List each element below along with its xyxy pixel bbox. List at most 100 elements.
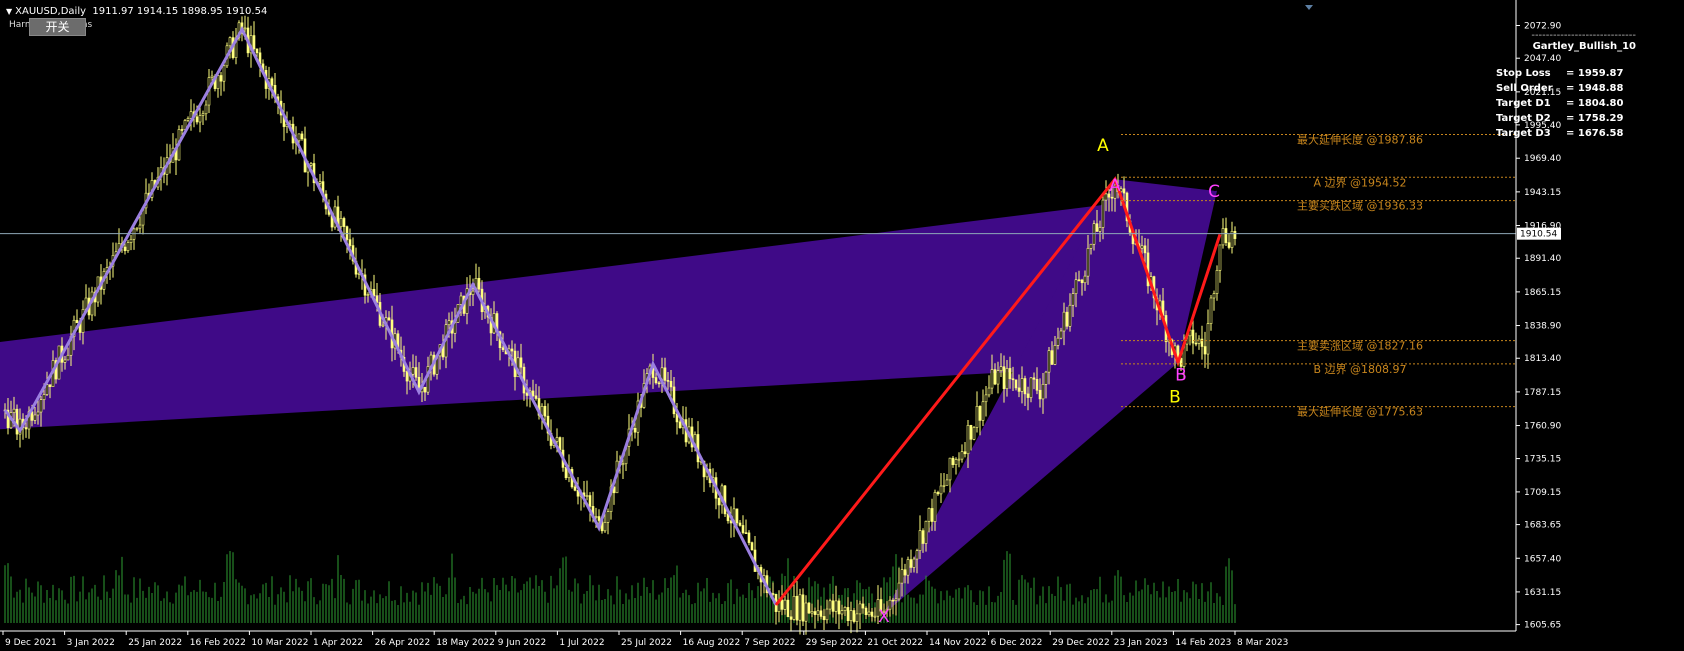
candle-body [1014, 379, 1018, 389]
candle-body [543, 405, 547, 417]
candle-body [816, 610, 820, 615]
candle-body [210, 75, 214, 78]
candle-body [954, 459, 958, 465]
candle-body [345, 226, 349, 240]
candle-body [909, 559, 913, 568]
toggle-button[interactable]: 开关 [29, 18, 86, 36]
y-tick-label: 1709.15 [1524, 488, 1561, 498]
candle-body [978, 405, 982, 421]
candle-body [1080, 279, 1084, 284]
candle-body [180, 129, 184, 131]
candle-body [1221, 228, 1225, 246]
candle-body [1212, 293, 1216, 299]
symbol-label: XAUUSD,Daily [15, 6, 87, 17]
y-tick-label: 1969.40 [1524, 154, 1561, 164]
candle-body [1041, 384, 1045, 400]
x-tick-label: 7 Sep 2022 [744, 638, 795, 648]
level-label: B 边界 @1808.97 [1313, 363, 1406, 376]
x-tick-label: 16 Aug 2022 [683, 638, 741, 648]
candle-body [42, 394, 46, 400]
candle-body [981, 401, 985, 421]
candle-body [678, 421, 682, 429]
candle-body [738, 522, 742, 526]
candle-body [672, 386, 676, 415]
candle-body [603, 522, 607, 532]
candle-body [795, 595, 799, 621]
y-tick-label: 1813.40 [1524, 354, 1561, 364]
candle-body [906, 559, 910, 576]
candle-body [1074, 279, 1078, 294]
candle-body [531, 390, 535, 397]
candle-body [840, 610, 844, 615]
candle-body [1194, 342, 1198, 345]
candle-body [1029, 377, 1033, 398]
candle-body [228, 37, 232, 47]
candle-body [666, 380, 670, 382]
current-price-label: 1910.54 [1520, 230, 1557, 240]
candle-body [348, 239, 352, 246]
candle-body [585, 495, 589, 497]
x-tick-label: 29 Dec 2022 [1052, 638, 1110, 648]
candle-body [39, 399, 43, 413]
x-tick-label: 29 Sep 2022 [806, 638, 863, 648]
x-tick-label: 8 Mar 2023 [1237, 638, 1288, 648]
candle-body [633, 427, 637, 433]
candle-body [1209, 297, 1213, 324]
info-panel: ----------------------------- Gartley_Bu… [1486, 30, 1636, 141]
candle-body [1005, 368, 1009, 389]
candle-body [12, 408, 16, 413]
x-tick-label: 1 Apr 2022 [313, 638, 363, 648]
candle-body [654, 377, 658, 384]
candle-body [414, 367, 418, 378]
collapse-triangle-icon[interactable]: ▼ [6, 7, 12, 16]
candle-body [1017, 387, 1021, 392]
candle-body [1089, 243, 1093, 249]
info-row: Target D2 = 1758.29 [1486, 111, 1636, 126]
candle-body [1071, 293, 1075, 306]
candle-body [1011, 378, 1015, 381]
candle-body [741, 525, 745, 533]
candle-body [828, 600, 832, 610]
candle-body [318, 181, 322, 184]
candle-body [834, 600, 838, 612]
candle-body [669, 380, 673, 388]
candle-body [1143, 245, 1147, 254]
candle-body [387, 317, 391, 321]
candle-body [825, 608, 829, 621]
info-row: Sell Order = 1948.88 [1486, 81, 1636, 96]
candle-body [966, 425, 970, 455]
candle-body [942, 484, 946, 487]
candle-body [510, 348, 514, 352]
candle-body [1104, 193, 1108, 201]
x-tick-label: 23 Jan 2023 [1114, 638, 1168, 648]
candle-body [621, 463, 625, 466]
y-tick-label: 1891.40 [1524, 254, 1561, 264]
info-value: = 1948.88 [1566, 83, 1624, 94]
candle-body [939, 485, 943, 495]
point-label-b_marker: B [1175, 366, 1187, 386]
candle-body [891, 599, 895, 602]
x-tick-label: 25 Jul 2022 [621, 638, 672, 648]
info-label: Target D2 [1496, 113, 1551, 124]
price-chart[interactable]: 最大延伸长度 @1987.86 A 边界 @1954.52 主要买跌区域 @1936… [0, 0, 1684, 651]
candle-body [24, 427, 28, 430]
candle-body [1044, 371, 1048, 385]
candle-body [933, 492, 937, 522]
candle-body [1140, 245, 1144, 249]
candle-body [1203, 346, 1207, 355]
candle-body [339, 218, 343, 228]
candle-body [951, 457, 955, 465]
candle-body [75, 319, 79, 324]
candle-body [924, 520, 928, 544]
candle-body [1068, 304, 1072, 327]
candle-body [870, 611, 874, 617]
x-tick-label: 9 Dec 2021 [5, 638, 57, 648]
candle-body [972, 427, 976, 440]
candle-body [990, 369, 994, 389]
candle-body [813, 611, 817, 615]
candle-body [783, 599, 787, 610]
x-tick-label: 6 Dec 2022 [991, 638, 1043, 648]
y-tick-label: 1760.90 [1524, 422, 1561, 432]
candle-body [1032, 377, 1036, 380]
candle-body [66, 354, 70, 361]
